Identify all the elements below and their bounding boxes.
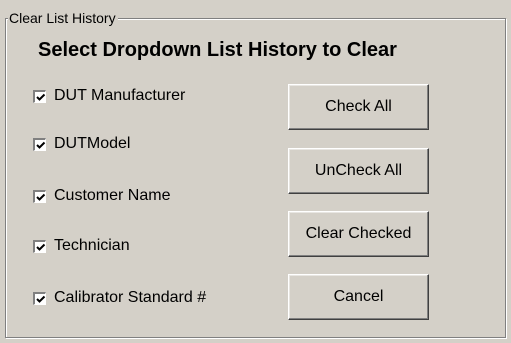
- checkbox-dut-manufacturer-box[interactable]: [33, 89, 46, 103]
- group-title: Clear List History: [8, 10, 118, 26]
- checkbox-customer-name-box[interactable]: [33, 189, 46, 203]
- checkbox-label: DUT Manufacturer: [54, 87, 186, 104]
- checkbox-label: DUTModel: [54, 135, 131, 152]
- checkmark-icon: [36, 141, 46, 149]
- checkbox-label: Calibrator Standard #: [54, 289, 207, 306]
- page-title: Select Dropdown List History to Clear: [38, 39, 397, 61]
- checkbox-customer-name[interactable]: Customer Name: [33, 185, 170, 207]
- checkmark-icon: [36, 243, 46, 251]
- checkbox-dut-model[interactable]: DUTModel: [33, 133, 130, 155]
- uncheck-all-button[interactable]: UnCheck All: [288, 148, 429, 194]
- checkbox-technician[interactable]: Technician: [33, 235, 130, 257]
- checkbox-calibrator-standard-box[interactable]: [33, 291, 46, 305]
- checkmark-icon: [36, 193, 46, 201]
- clear-checked-button[interactable]: Clear Checked: [288, 211, 429, 257]
- checkbox-dut-manufacturer[interactable]: DUT Manufacturer: [33, 85, 185, 107]
- cancel-button[interactable]: Cancel: [288, 274, 429, 320]
- checkbox-dut-model-box[interactable]: [33, 137, 46, 151]
- check-all-button[interactable]: Check All: [288, 84, 429, 130]
- checkbox-calibrator-standard[interactable]: Calibrator Standard #: [33, 287, 206, 309]
- checkbox-label: Technician: [54, 237, 130, 254]
- checkbox-technician-box[interactable]: [33, 239, 46, 253]
- checkmark-icon: [36, 295, 46, 303]
- checkmark-icon: [36, 93, 46, 101]
- checkbox-label: Customer Name: [54, 187, 171, 204]
